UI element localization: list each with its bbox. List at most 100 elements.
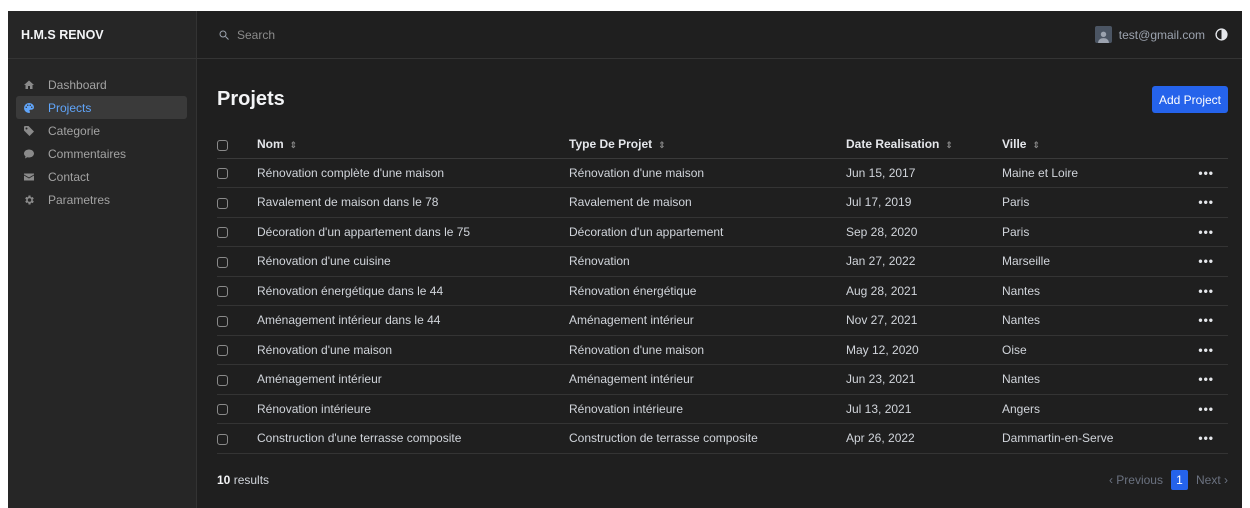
- row-checkbox[interactable]: [217, 227, 228, 239]
- results-count: 10 results: [217, 472, 270, 487]
- project-type-cell: Rénovation d'une maison: [569, 335, 846, 365]
- project-city-cell: Nantes: [1002, 276, 1169, 306]
- project-name-cell: Rénovation complète d'une maison: [257, 158, 569, 188]
- envelope-icon: [22, 170, 36, 184]
- table-row[interactable]: Aménagement intérieur Aménagement intérie…: [217, 364, 1228, 395]
- row-select-cell: [217, 364, 257, 395]
- project-name-cell: Rénovation intérieure: [257, 394, 569, 424]
- select-all-checkbox[interactable]: [217, 139, 228, 151]
- row-select-cell: [217, 276, 257, 306]
- project-name-cell: Ravalement de maison dans le 78: [257, 187, 569, 218]
- row-select-cell: [217, 305, 257, 336]
- row-checkbox[interactable]: [217, 345, 228, 357]
- row-checkbox[interactable]: [217, 374, 228, 386]
- project-date-cell: May 12, 2020: [846, 335, 1002, 365]
- project-type-cell: Ravalement de maison: [569, 187, 846, 218]
- sidebar-item-dashboard[interactable]: Dashboard: [16, 73, 187, 96]
- row-actions-menu-icon[interactable]: •••: [1169, 335, 1228, 365]
- row-actions-menu-icon[interactable]: •••: [1169, 305, 1228, 336]
- table-row[interactable]: Rénovation d'une maison Rénovation d'une …: [217, 335, 1228, 365]
- page-header: Projets Add Project: [217, 59, 1228, 131]
- avatar[interactable]: [1094, 26, 1112, 43]
- table-row[interactable]: Aménagement intérieur dans le 44 Aménagem…: [217, 305, 1228, 336]
- sort-icon[interactable]: ⇕: [290, 140, 298, 151]
- project-date-cell: Jan 27, 2022: [846, 246, 1002, 277]
- sort-icon[interactable]: ⇕: [658, 140, 666, 151]
- sidebar-item-label: Dashboard: [48, 77, 107, 92]
- row-checkbox[interactable]: [217, 433, 228, 445]
- sidebar-item-categorie[interactable]: Categorie: [16, 119, 187, 142]
- column-header-type[interactable]: Type De Projet ⇕: [569, 131, 846, 159]
- project-date-cell: Sep 28, 2020: [846, 217, 1002, 247]
- table-row[interactable]: Rénovation d'une cuisine Rénovation Jan 27…: [217, 246, 1228, 277]
- topbar: test@gmail.com: [197, 11, 1242, 59]
- sidebar-item-parametres[interactable]: Parametres: [16, 188, 187, 211]
- row-select-cell: [217, 423, 257, 454]
- project-name-cell: Construction d'une terrasse composite: [257, 423, 569, 454]
- sidebar-item-commentaires[interactable]: Commentaires: [16, 142, 187, 165]
- user-email[interactable]: test@gmail.com: [1119, 28, 1205, 42]
- row-select-cell: [217, 335, 257, 365]
- add-project-button[interactable]: Add Project: [1151, 86, 1228, 113]
- project-city-cell: Angers: [1002, 394, 1169, 424]
- row-checkbox[interactable]: [217, 404, 228, 416]
- row-select-cell: [217, 246, 257, 277]
- palette-icon: [22, 101, 36, 115]
- previous-page-button[interactable]: ‹ Previous: [1109, 473, 1163, 487]
- select-all-cell: [217, 131, 257, 159]
- row-actions-menu-icon[interactable]: •••: [1169, 364, 1228, 395]
- project-name-cell: Rénovation énergétique dans le 44: [257, 276, 569, 306]
- brand-logo[interactable]: H.M.S RENOV: [8, 11, 196, 59]
- search-icon: [219, 30, 229, 40]
- project-date-cell: Aug 28, 2021: [846, 276, 1002, 306]
- row-checkbox[interactable]: [217, 286, 228, 298]
- column-header-ville[interactable]: Ville ⇕: [1002, 131, 1169, 159]
- project-city-cell: Paris: [1002, 187, 1169, 218]
- project-type-cell: Rénovation énergétique: [569, 276, 846, 306]
- project-type-cell: Rénovation intérieure: [569, 394, 846, 424]
- column-header-nom[interactable]: Nom ⇕: [257, 131, 569, 159]
- pagination: ‹ Previous 1 Next ›: [1109, 469, 1228, 490]
- row-actions-menu-icon[interactable]: •••: [1169, 276, 1228, 306]
- gear-icon: [22, 193, 36, 207]
- sort-icon[interactable]: ⇕: [1032, 140, 1040, 151]
- table-row[interactable]: Ravalement de maison dans le 78 Ravalemen…: [217, 187, 1228, 218]
- sidebar-item-contact[interactable]: Contact: [16, 165, 187, 188]
- row-checkbox[interactable]: [217, 168, 228, 180]
- row-select-cell: [217, 158, 257, 188]
- project-city-cell: Dammartin-en-Serve: [1002, 423, 1169, 454]
- row-select-cell: [217, 394, 257, 424]
- row-actions-menu-icon[interactable]: •••: [1169, 246, 1228, 277]
- user-menu: test@gmail.com: [1094, 26, 1228, 43]
- table-row[interactable]: Construction d'une terrasse composite Con…: [217, 423, 1228, 454]
- row-actions-menu-icon[interactable]: •••: [1169, 217, 1228, 247]
- row-checkbox[interactable]: [217, 256, 228, 268]
- row-select-cell: [217, 187, 257, 218]
- row-actions-menu-icon[interactable]: •••: [1169, 158, 1228, 188]
- search-input[interactable]: [237, 27, 437, 42]
- row-checkbox[interactable]: [217, 197, 228, 209]
- row-checkbox[interactable]: [217, 315, 228, 327]
- sidebar-item-projects[interactable]: Projects: [16, 96, 187, 119]
- row-actions-menu-icon[interactable]: •••: [1169, 423, 1228, 454]
- column-header-date[interactable]: Date Realisation ⇕: [846, 131, 1002, 159]
- row-actions-menu-icon[interactable]: •••: [1169, 394, 1228, 424]
- row-actions-menu-icon[interactable]: •••: [1169, 187, 1228, 218]
- project-name-cell: Rénovation d'une cuisine: [257, 246, 569, 277]
- project-name-cell: Rénovation d'une maison: [257, 335, 569, 365]
- table-row[interactable]: Rénovation complète d'une maison Rénovati…: [217, 158, 1228, 188]
- sidebar-item-label: Parametres: [48, 192, 111, 207]
- project-type-cell: Rénovation d'une maison: [569, 158, 846, 188]
- main-area: test@gmail.com Projets Add Project Nom⇕: [197, 11, 1242, 508]
- table-row[interactable]: Décoration d'un appartement dans le 75 Dé…: [217, 217, 1228, 247]
- sort-icon[interactable]: ⇕: [945, 140, 953, 151]
- table-footer: 10 results ‹ Previous 1 Next ›: [217, 454, 1228, 506]
- search-bar: [218, 27, 437, 42]
- project-city-cell: Maine et Loire: [1002, 158, 1169, 188]
- table-row[interactable]: Rénovation intérieure Rénovation intérieu…: [217, 394, 1228, 424]
- table-header-row: Nom ⇕ Type De Projet ⇕ Date Realisation ⇕ V…: [217, 131, 1228, 159]
- next-page-button[interactable]: Next ›: [1196, 473, 1228, 487]
- theme-toggle-icon[interactable]: [1215, 28, 1228, 41]
- page-number-button[interactable]: 1: [1170, 469, 1188, 490]
- table-row[interactable]: Rénovation énergétique dans le 44 Rénovat…: [217, 276, 1228, 306]
